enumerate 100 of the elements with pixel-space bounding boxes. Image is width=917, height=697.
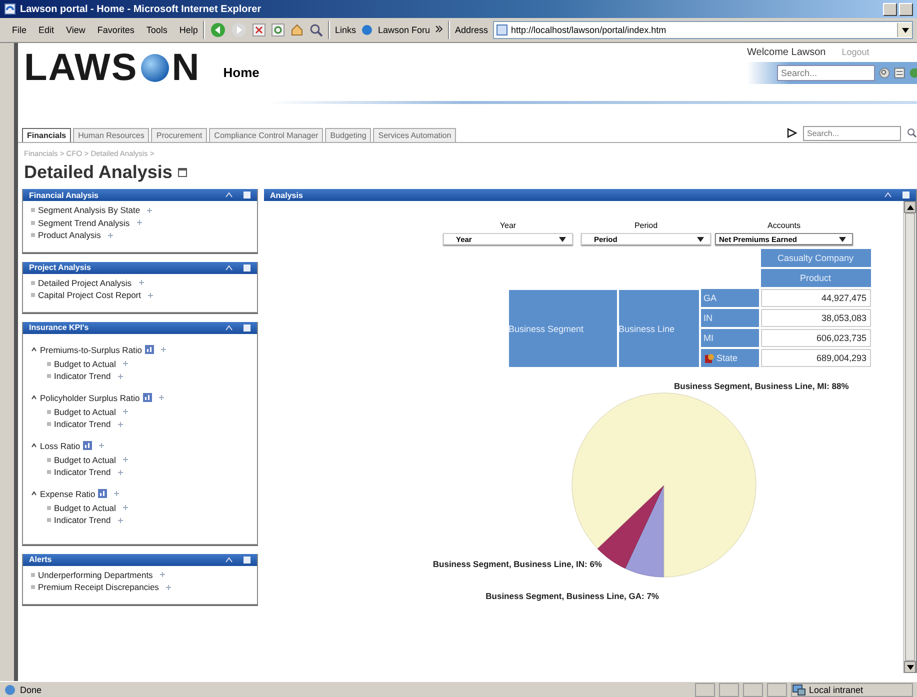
add-icon[interactable]	[108, 232, 113, 238]
add-icon[interactable]	[136, 220, 142, 226]
report-link[interactable]: Budget to Actual	[54, 454, 116, 465]
kpi-group-link[interactable]: Loss Ratio	[40, 440, 80, 450]
tab[interactable]: Compliance Control Manager	[209, 128, 324, 142]
maximize-button[interactable]	[899, 2, 913, 16]
search-icon[interactable]	[879, 66, 890, 80]
add-icon[interactable]	[147, 208, 152, 213]
collapse-icon[interactable]	[225, 264, 233, 270]
network-icon	[792, 684, 806, 696]
add-icon[interactable]	[122, 361, 128, 366]
chart-icon[interactable]	[83, 441, 92, 450]
scrollbar-thumb[interactable]	[905, 213, 915, 661]
vertical-scrollbar[interactable]	[903, 201, 916, 673]
collapse-icon[interactable]	[225, 192, 233, 198]
add-icon[interactable]	[122, 409, 128, 414]
search-icon[interactable]	[907, 128, 917, 138]
report-link[interactable]: Indicator Trend	[54, 419, 111, 430]
globe-logo-icon	[140, 53, 170, 83]
caret-up-icon[interactable]	[31, 491, 37, 496]
add-icon[interactable]	[118, 470, 123, 475]
add-icon[interactable]	[122, 457, 128, 462]
search-icon[interactable]	[308, 23, 323, 37]
chart-icon[interactable]	[145, 345, 154, 354]
link-item[interactable]: Lawson Foru	[378, 25, 430, 35]
tab[interactable]: Services Automation	[373, 128, 456, 142]
add-icon[interactable]	[114, 491, 120, 496]
caret-down-icon	[902, 28, 908, 32]
kpi-group-link[interactable]: Policyholder Surplus Ratio	[40, 392, 140, 402]
menu-item[interactable]: Edit	[38, 25, 54, 35]
tab[interactable]: Human Resources	[73, 128, 150, 142]
maximize-icon[interactable]	[243, 264, 251, 272]
maximize-icon[interactable]	[243, 324, 251, 332]
add-icon[interactable]	[158, 395, 164, 400]
report-link[interactable]: Indicator Trend	[54, 371, 111, 382]
tab[interactable]: Budgeting	[325, 128, 372, 142]
menu-item[interactable]: View	[66, 25, 86, 35]
add-icon[interactable]	[118, 374, 123, 379]
collapse-icon[interactable]	[225, 324, 233, 330]
dropdown-button[interactable]	[897, 23, 912, 37]
maximize-icon[interactable]	[243, 556, 251, 564]
back-icon[interactable]	[210, 22, 226, 38]
report-link[interactable]: Underperforming Departments	[38, 570, 153, 580]
menu-item[interactable]: Favorites	[97, 25, 134, 35]
caret-up-icon[interactable]	[31, 347, 37, 352]
report-link[interactable]: Budget to Actual	[54, 406, 116, 417]
report-link[interactable]: Indicator Trend	[54, 467, 111, 478]
minimize-button[interactable]	[883, 2, 897, 16]
chart-icon[interactable]	[142, 393, 152, 402]
refresh-icon[interactable]	[270, 23, 285, 37]
drill-icon[interactable]	[704, 352, 714, 364]
report-link[interactable]: Budget to Actual	[54, 502, 116, 513]
address-field[interactable]: http://localhost/lawson/portal/index.htm	[493, 21, 913, 39]
stop-icon[interactable]	[252, 23, 266, 37]
report-link[interactable]: Premium Receipt Discrepancies	[38, 582, 159, 592]
scroll-down-button[interactable]	[904, 661, 916, 673]
add-icon[interactable]	[99, 443, 104, 448]
report-link[interactable]: Segment Trend Analysis	[38, 218, 130, 228]
report-link[interactable]: Budget to Actual	[54, 358, 116, 369]
add-icon[interactable]	[148, 292, 153, 298]
add-icon[interactable]	[118, 422, 123, 427]
caret-up-icon[interactable]	[31, 395, 37, 400]
kpi-group-link[interactable]: Expense Ratio	[40, 488, 96, 498]
page-icon	[4, 684, 16, 696]
maximize-icon[interactable]	[243, 191, 251, 199]
add-icon[interactable]	[122, 505, 128, 510]
scroll-up-button[interactable]	[904, 201, 916, 213]
report-link[interactable]: Capital Project Cost Report	[38, 290, 141, 300]
add-icon[interactable]	[138, 280, 144, 286]
bullet-icon	[47, 506, 51, 510]
report-link[interactable]: Indicator Trend	[54, 515, 111, 526]
maximize-icon[interactable]	[902, 191, 910, 199]
caret-up-icon[interactable]	[31, 443, 37, 448]
kpi-group-link[interactable]: Premiums-to-Surplus Ratio	[40, 344, 142, 354]
collapse-icon[interactable]	[884, 192, 892, 198]
play-icon[interactable]	[787, 128, 797, 138]
caret-down-icon	[697, 236, 704, 242]
collapse-icon[interactable]	[225, 556, 233, 562]
home-icon[interactable]	[290, 23, 304, 37]
more-links-icon[interactable]	[434, 25, 443, 35]
column-header: Casualty Company	[760, 249, 870, 267]
window-icon[interactable]	[178, 168, 188, 177]
bullet-icon	[47, 518, 51, 522]
menu-item[interactable]: Tools	[146, 25, 168, 35]
search-field[interactable]: Search...	[777, 65, 875, 81]
caret-down-icon	[906, 664, 914, 670]
menu-item[interactable]: Help	[179, 25, 198, 35]
report-link[interactable]: Detailed Project Analysis	[38, 278, 132, 288]
layout-icon[interactable]	[894, 66, 906, 80]
tab[interactable]: Financials	[22, 128, 72, 142]
search-field[interactable]: Search...	[803, 126, 901, 140]
add-icon[interactable]	[160, 572, 165, 578]
chart-icon[interactable]	[98, 489, 108, 498]
report-link[interactable]: Product Analysis	[38, 230, 101, 240]
add-icon[interactable]	[166, 584, 171, 590]
menu-item[interactable]: File	[12, 25, 27, 35]
add-icon[interactable]	[118, 518, 123, 523]
tab[interactable]: Procurement	[151, 128, 208, 142]
add-icon[interactable]	[161, 347, 166, 352]
report-link[interactable]: Segment Analysis By State	[38, 205, 140, 216]
